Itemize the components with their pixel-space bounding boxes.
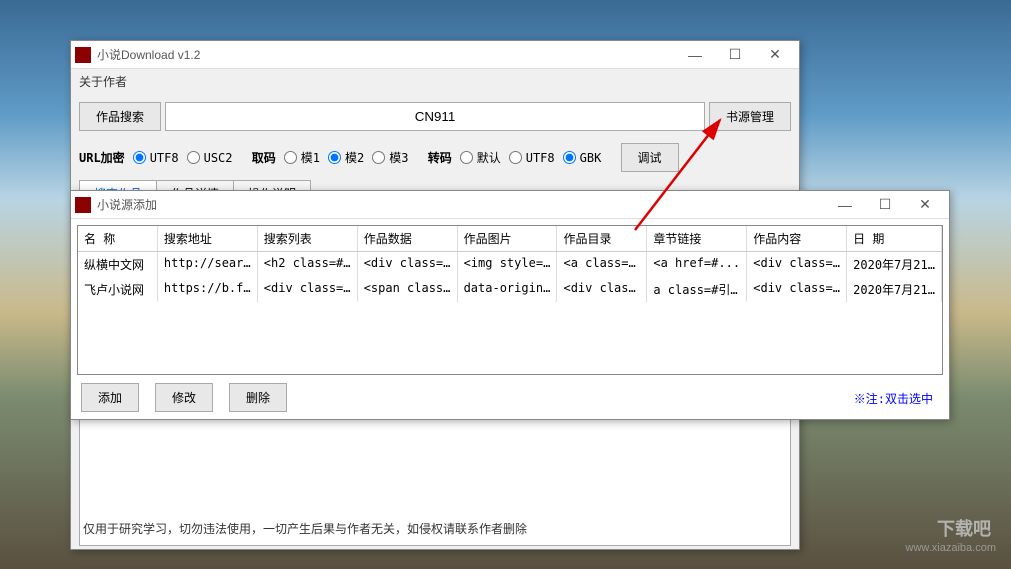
radio-trans-utf8[interactable]: UTF8 [507,151,555,165]
listview-header: 名 称 搜索地址 搜索列表 作品数据 作品图片 作品目录 章节链接 作品内容 日… [78,226,942,252]
dialog-maximize-button[interactable]: ☐ [865,191,905,219]
table-row[interactable]: 纵横中文网 http://sear... <h2 class=#... <div… [78,252,942,277]
source-management-button[interactable]: 书源管理 [709,102,791,131]
radio-mode2[interactable]: 模2 [326,149,364,166]
debug-button[interactable]: 调试 [621,143,679,172]
col-work-catalog[interactable]: 作品目录 [557,226,647,251]
radio-trans-gbk[interactable]: GBK [561,151,602,165]
col-search-list[interactable]: 搜索列表 [258,226,358,251]
dialog-title: 小说源添加 [97,196,825,213]
source-add-dialog: 小说源添加 — ☐ ✕ 名 称 搜索地址 搜索列表 作品数据 作品图片 作品目录… [70,190,950,420]
col-work-image[interactable]: 作品图片 [458,226,558,251]
table-row[interactable]: 飞卢小说网 https://b.f... <div class=... <spa… [78,277,942,302]
radio-mode1[interactable]: 模1 [282,149,320,166]
radio-trans-default[interactable]: 默认 [458,149,501,166]
fetch-label: 取码 [252,149,276,166]
col-name[interactable]: 名 称 [78,226,158,251]
trans-label: 转码 [428,149,452,166]
main-titlebar[interactable]: 小说Download v1.2 — ☐ ✕ [71,41,799,69]
double-click-note: ※注:双击选中 [854,390,933,407]
dialog-app-icon [75,197,91,213]
dialog-titlebar[interactable]: 小说源添加 — ☐ ✕ [71,191,949,219]
menu-about[interactable]: 关于作者 [71,69,799,94]
disclaimer-text: 仅用于研究学习，切勿违法使用，一切产生后果与作者无关，如侵权请联系作者删除 [71,512,539,545]
radio-enc-utf8[interactable]: UTF8 [131,151,179,165]
col-chapter-link[interactable]: 章节链接 [647,226,747,251]
delete-button[interactable]: 删除 [229,383,287,412]
app-icon [75,47,91,63]
watermark-logo: 下载吧 [937,515,991,541]
search-works-button[interactable]: 作品搜索 [79,102,161,131]
dialog-minimize-button[interactable]: — [825,191,865,219]
dialog-close-button[interactable]: ✕ [905,191,945,219]
search-input[interactable] [165,102,705,131]
add-button[interactable]: 添加 [81,383,139,412]
col-work-content[interactable]: 作品内容 [747,226,847,251]
radio-enc-usc2[interactable]: USC2 [185,151,233,165]
col-work-data[interactable]: 作品数据 [358,226,458,251]
main-window-title: 小说Download v1.2 [97,46,675,63]
watermark-url: www.xiazaiba.com [906,542,996,554]
source-listview[interactable]: 名 称 搜索地址 搜索列表 作品数据 作品图片 作品目录 章节链接 作品内容 日… [77,225,943,375]
col-search-addr[interactable]: 搜索地址 [158,226,258,251]
minimize-button[interactable]: — [675,41,715,69]
close-button[interactable]: ✕ [755,41,795,69]
url-encrypt-label: URL加密 [79,149,125,166]
edit-button[interactable]: 修改 [155,383,213,412]
col-date[interactable]: 日 期 [847,226,942,251]
maximize-button[interactable]: ☐ [715,41,755,69]
radio-mode3[interactable]: 模3 [370,149,408,166]
